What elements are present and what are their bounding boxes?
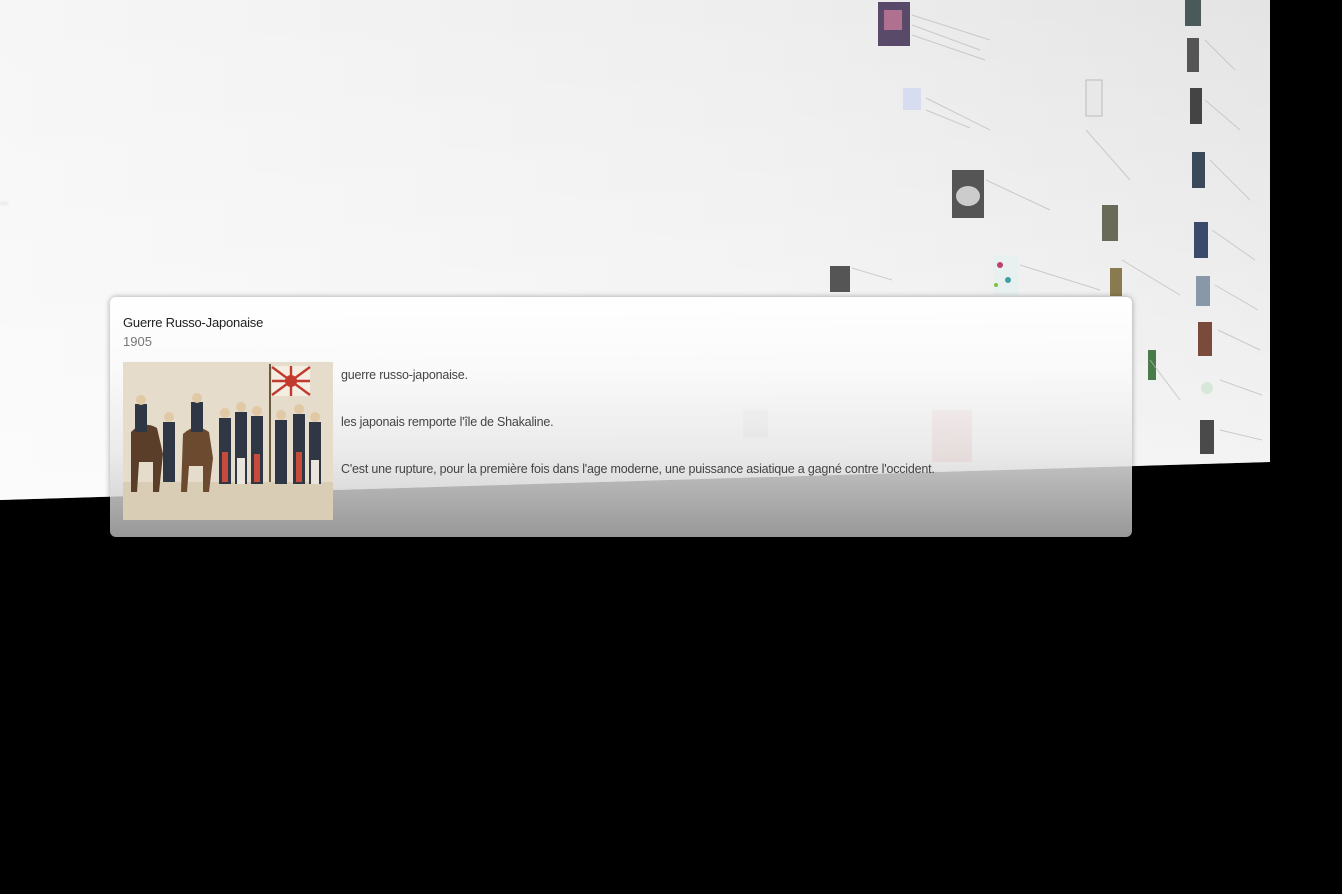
timeline-blurred-text: ... — [0, 195, 9, 207]
event-image-svg — [123, 362, 333, 520]
event-date: 1905 — [123, 334, 152, 349]
event-description-line-1: guerre russo-japonaise. — [341, 368, 468, 382]
event-detail-card[interactable]: Guerre Russo-Japonaise 1905 guerre russo… — [110, 297, 1132, 537]
event-description: guerre russo-japonaise. les japonais rem… — [341, 367, 1121, 508]
event-description-line-2: les japonais remporte l'île de Shakaline… — [341, 415, 554, 429]
event-description-line-3: C'est une rupture, pour la première fois… — [341, 462, 935, 476]
event-title: Guerre Russo-Japonaise — [123, 315, 264, 330]
soldiers-illustration-icon[interactable] — [123, 362, 333, 520]
timeline-3d-view: ... Guerre Russo-Japonaise 1905 guerre r… — [0, 0, 1342, 894]
